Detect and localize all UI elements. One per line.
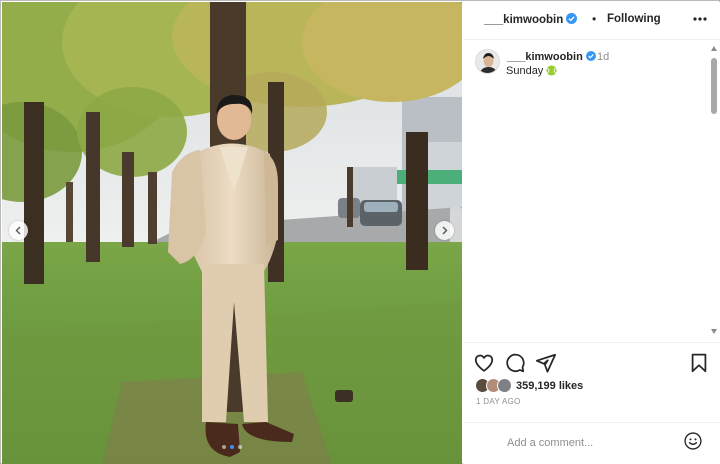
bookmark-icon[interactable] — [688, 352, 710, 374]
tennis-ball-icon — [546, 65, 557, 76]
avatar[interactable] — [475, 49, 500, 74]
header-username: ___kimwoobin — [484, 14, 564, 26]
scroll-thumb[interactable] — [711, 58, 717, 114]
caption-username: ___kimwoobin — [507, 51, 583, 63]
post-header: ___kimwoobin • Following — [463, 2, 720, 40]
smiley-icon[interactable] — [683, 431, 703, 451]
comment-bubble-icon[interactable] — [504, 352, 526, 374]
post-photo[interactable] — [2, 2, 462, 464]
likes-count[interactable]: 359,199 likes — [516, 380, 583, 392]
chevron-right-icon — [442, 226, 448, 235]
liked-by-avatars[interactable] — [475, 378, 515, 394]
following-button[interactable]: Following — [607, 13, 661, 25]
header-separator: • — [592, 12, 597, 26]
caption-row: ___kimwoobin 1d Sunday — [463, 46, 708, 86]
caption-timestamp[interactable]: 1d — [597, 51, 609, 63]
carousel-indicator — [2, 445, 462, 449]
scroll-down-arrow[interactable] — [711, 329, 717, 334]
verified-badge-icon — [566, 13, 578, 24]
chevron-left-icon — [15, 226, 21, 235]
carousel-dot[interactable] — [238, 445, 242, 449]
avatar-image — [476, 50, 499, 73]
comment-bar — [463, 422, 720, 464]
scroll-up-arrow[interactable] — [711, 46, 717, 51]
caption-text-line: Sunday — [506, 65, 557, 77]
verified-badge-icon — [585, 51, 596, 61]
post-sidebar: ___kimwoobin • Following ___kimwoobin 1d… — [463, 2, 720, 464]
carousel-dot[interactable] — [230, 445, 234, 449]
post-modal: ___kimwoobin • Following ___kimwoobin 1d… — [0, 0, 720, 464]
heart-icon[interactable] — [473, 352, 495, 374]
photo-image — [2, 2, 462, 464]
comment-input[interactable] — [507, 433, 677, 453]
more-options-icon[interactable] — [692, 13, 708, 25]
paper-plane-icon[interactable] — [535, 352, 557, 374]
carousel-dot[interactable] — [222, 445, 226, 449]
next-slide-button[interactable] — [435, 221, 454, 240]
post-date[interactable]: 1 DAY AGO — [476, 397, 521, 406]
caption-text: Sunday — [506, 65, 544, 77]
caption-username-link[interactable]: ___kimwoobin — [507, 51, 596, 63]
previous-slide-button[interactable] — [9, 221, 28, 240]
action-bar: 359,199 likes 1 DAY AGO — [463, 342, 720, 422]
comments-scrollbar[interactable] — [709, 42, 720, 340]
liker-avatar — [497, 378, 512, 393]
header-username-link[interactable]: ___kimwoobin — [484, 13, 578, 26]
